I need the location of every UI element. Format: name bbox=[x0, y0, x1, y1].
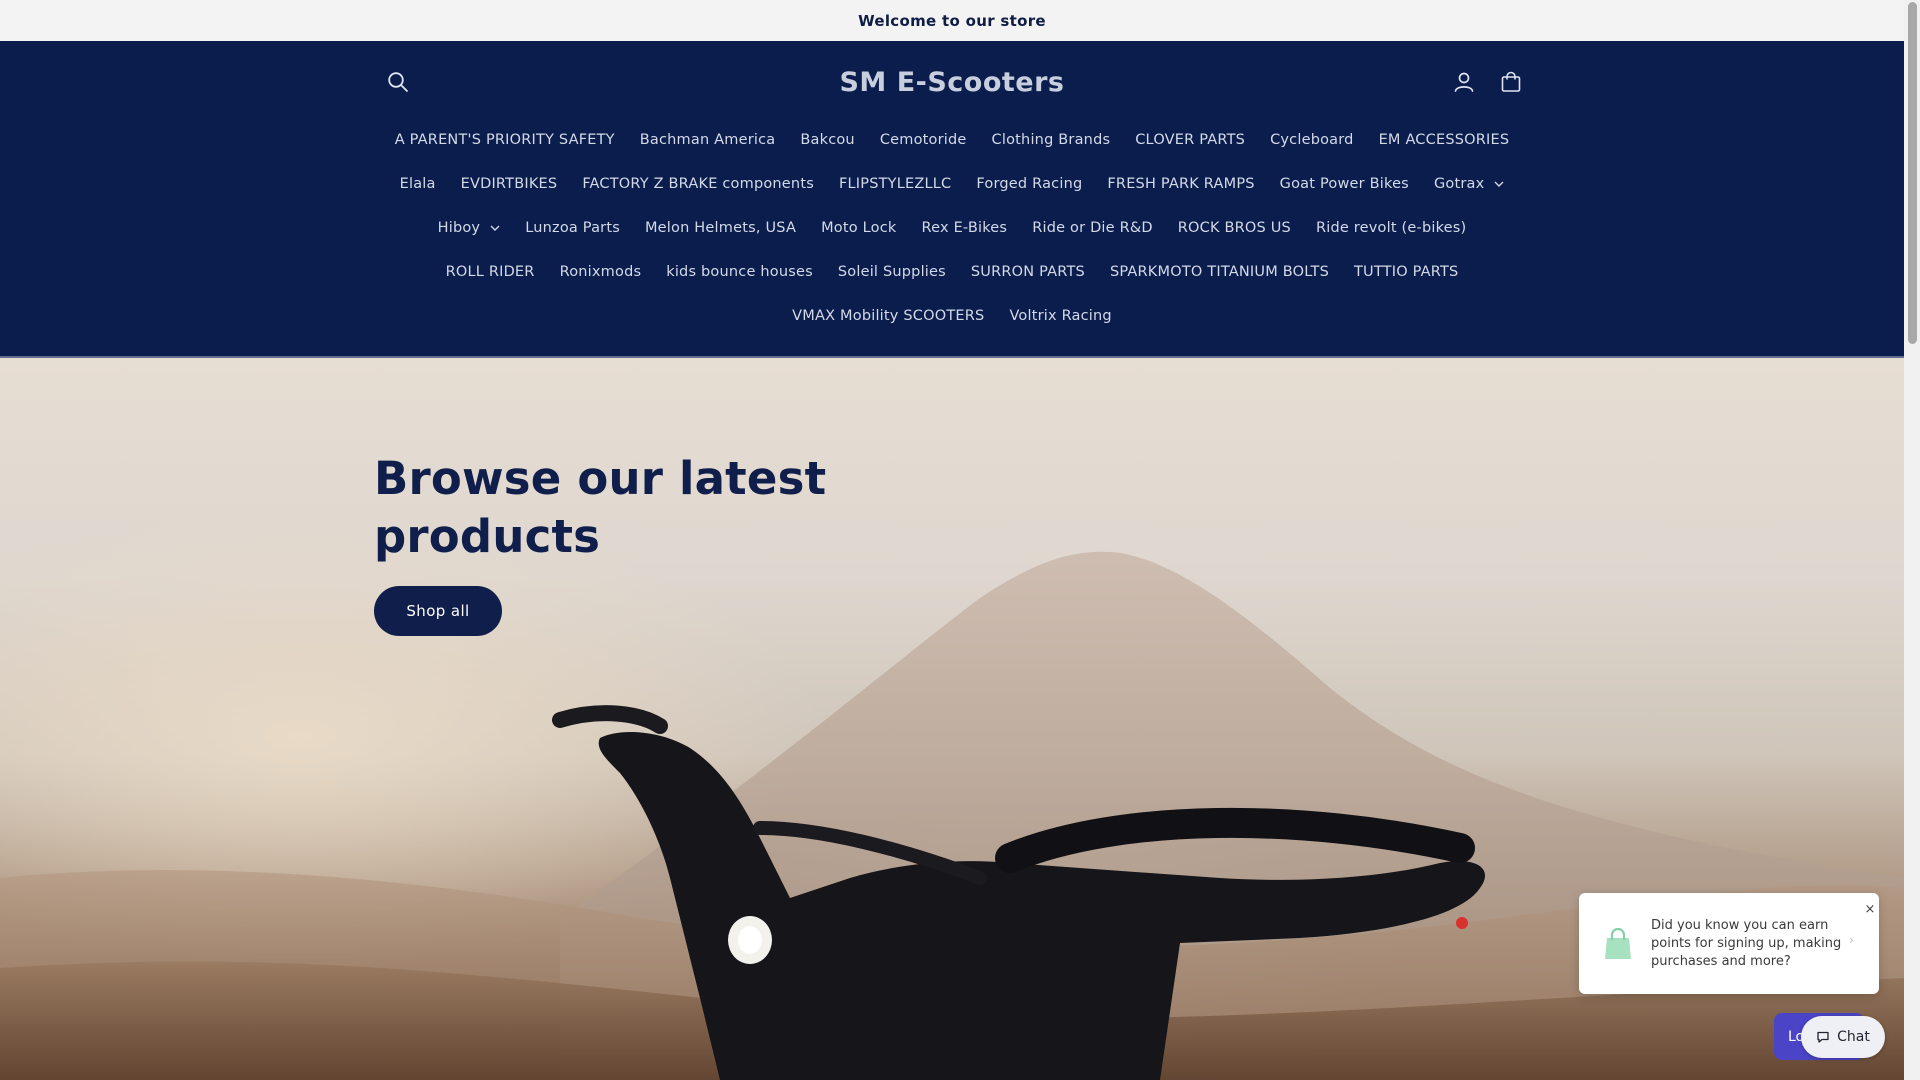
nav-item-bakcou[interactable]: Bakcou bbox=[788, 118, 867, 162]
chat-bubble-icon bbox=[1817, 1031, 1829, 1043]
nav-item-forged-racing[interactable]: Forged Racing bbox=[964, 162, 1095, 206]
nav-item-roll-rider[interactable]: ROLL RIDER bbox=[433, 250, 547, 294]
nav-item-goat-power-bikes[interactable]: Goat Power Bikes bbox=[1267, 162, 1421, 206]
scrollbar-thumb[interactable] bbox=[1908, 2, 1917, 344]
loyalty-popup-text: Did you know you can earn points for sig… bbox=[1651, 918, 1842, 969]
nav-item-flipstylezllc[interactable]: FLIPSTYLEZLLC bbox=[826, 162, 963, 206]
nav-item-clothing-brands[interactable]: Clothing Brands bbox=[979, 118, 1123, 162]
announcement-bar: Welcome to our store bbox=[0, 0, 1904, 42]
nav-item-rock-bros-us[interactable]: ROCK BROS US bbox=[1165, 206, 1303, 250]
shopping-bag-icon bbox=[1605, 927, 1631, 959]
chevron-right-icon: › bbox=[1849, 933, 1854, 947]
main-navigation: A PARENT'S PRIORITY SAFETY Bachman Ameri… bbox=[382, 118, 1522, 338]
nav-item-bachman-america[interactable]: Bachman America bbox=[627, 118, 788, 162]
close-icon[interactable]: × bbox=[1863, 903, 1877, 917]
nav-item-hiboy[interactable]: Hiboy bbox=[425, 206, 513, 250]
nav-item-elala[interactable]: Elala bbox=[387, 162, 448, 206]
nav-item-tuttio-parts[interactable]: TUTTIO PARTS bbox=[1341, 250, 1470, 294]
cart-button[interactable] bbox=[1494, 65, 1528, 99]
chat-button-label: Chat bbox=[1837, 1029, 1870, 1045]
search-icon bbox=[388, 72, 408, 92]
nav-item-vmax-mobility[interactable]: VMAX Mobility SCOOTERS bbox=[780, 294, 997, 338]
nav-item-ride-or-die[interactable]: Ride or Die R&D bbox=[1020, 206, 1166, 250]
nav-item-moto-lock[interactable]: Moto Lock bbox=[809, 206, 909, 250]
nav-item-em-accessories[interactable]: EM ACCESSORIES bbox=[1366, 118, 1522, 162]
nav-item-cemotoride[interactable]: Cemotoride bbox=[867, 118, 979, 162]
nav-item-kids-bounce-houses[interactable]: kids bounce houses bbox=[654, 250, 826, 294]
nav-item-fresh-park-ramps[interactable]: FRESH PARK RAMPS bbox=[1095, 162, 1267, 206]
account-button[interactable] bbox=[1447, 65, 1481, 99]
chevron-down-icon bbox=[1494, 181, 1504, 187]
nav-item-cycleboard[interactable]: Cycleboard bbox=[1258, 118, 1367, 162]
hero-title: Browse our latest products bbox=[374, 452, 827, 563]
nav-item-gotrax[interactable]: Gotrax bbox=[1421, 162, 1516, 206]
nav-item-sparkmoto[interactable]: SPARKMOTO TITANIUM BOLTS bbox=[1097, 250, 1341, 294]
nav-item-voltrix-racing[interactable]: Voltrix Racing bbox=[997, 294, 1124, 338]
page-scrollbar[interactable] bbox=[1904, 0, 1920, 1080]
nav-item-a-parents-priority-safety[interactable]: A PARENT'S PRIORITY SAFETY bbox=[382, 118, 627, 162]
chat-button[interactable]: Chat bbox=[1801, 1016, 1885, 1058]
nav-item-soleil-supplies[interactable]: Soleil Supplies bbox=[825, 250, 958, 294]
loyalty-popup[interactable]: Did you know you can earn points for sig… bbox=[1579, 893, 1879, 994]
nav-item-lunzoa-parts[interactable]: Lunzoa Parts bbox=[513, 206, 633, 250]
nav-item-surron-parts[interactable]: SURRON PARTS bbox=[958, 250, 1097, 294]
nav-item-clover-parts[interactable]: CLOVER PARTS bbox=[1123, 118, 1258, 162]
store-logo[interactable]: SM E-Scooters bbox=[700, 65, 1204, 101]
nav-item-ronixmods[interactable]: Ronixmods bbox=[547, 250, 654, 294]
page: Welcome to our store SM E-Scooters A PAR… bbox=[0, 0, 1904, 1080]
nav-item-rex-e-bikes[interactable]: Rex E-Bikes bbox=[909, 206, 1020, 250]
nav-item-ride-revolt[interactable]: Ride revolt (e-bikes) bbox=[1303, 206, 1478, 250]
search-button[interactable] bbox=[381, 65, 415, 99]
nav-item-factory-z-brake[interactable]: FACTORY Z BRAKE components bbox=[570, 162, 827, 206]
announcement-text: Welcome to our store bbox=[858, 11, 1046, 30]
cart-icon bbox=[1501, 71, 1521, 92]
nav-item-melon-helmets[interactable]: Melon Helmets, USA bbox=[632, 206, 808, 250]
chevron-down-icon bbox=[490, 225, 500, 231]
nav-item-evdirtbikes[interactable]: EVDIRTBIKES bbox=[448, 162, 570, 206]
shop-all-button[interactable]: Shop all bbox=[374, 586, 502, 636]
account-icon bbox=[1454, 72, 1474, 92]
